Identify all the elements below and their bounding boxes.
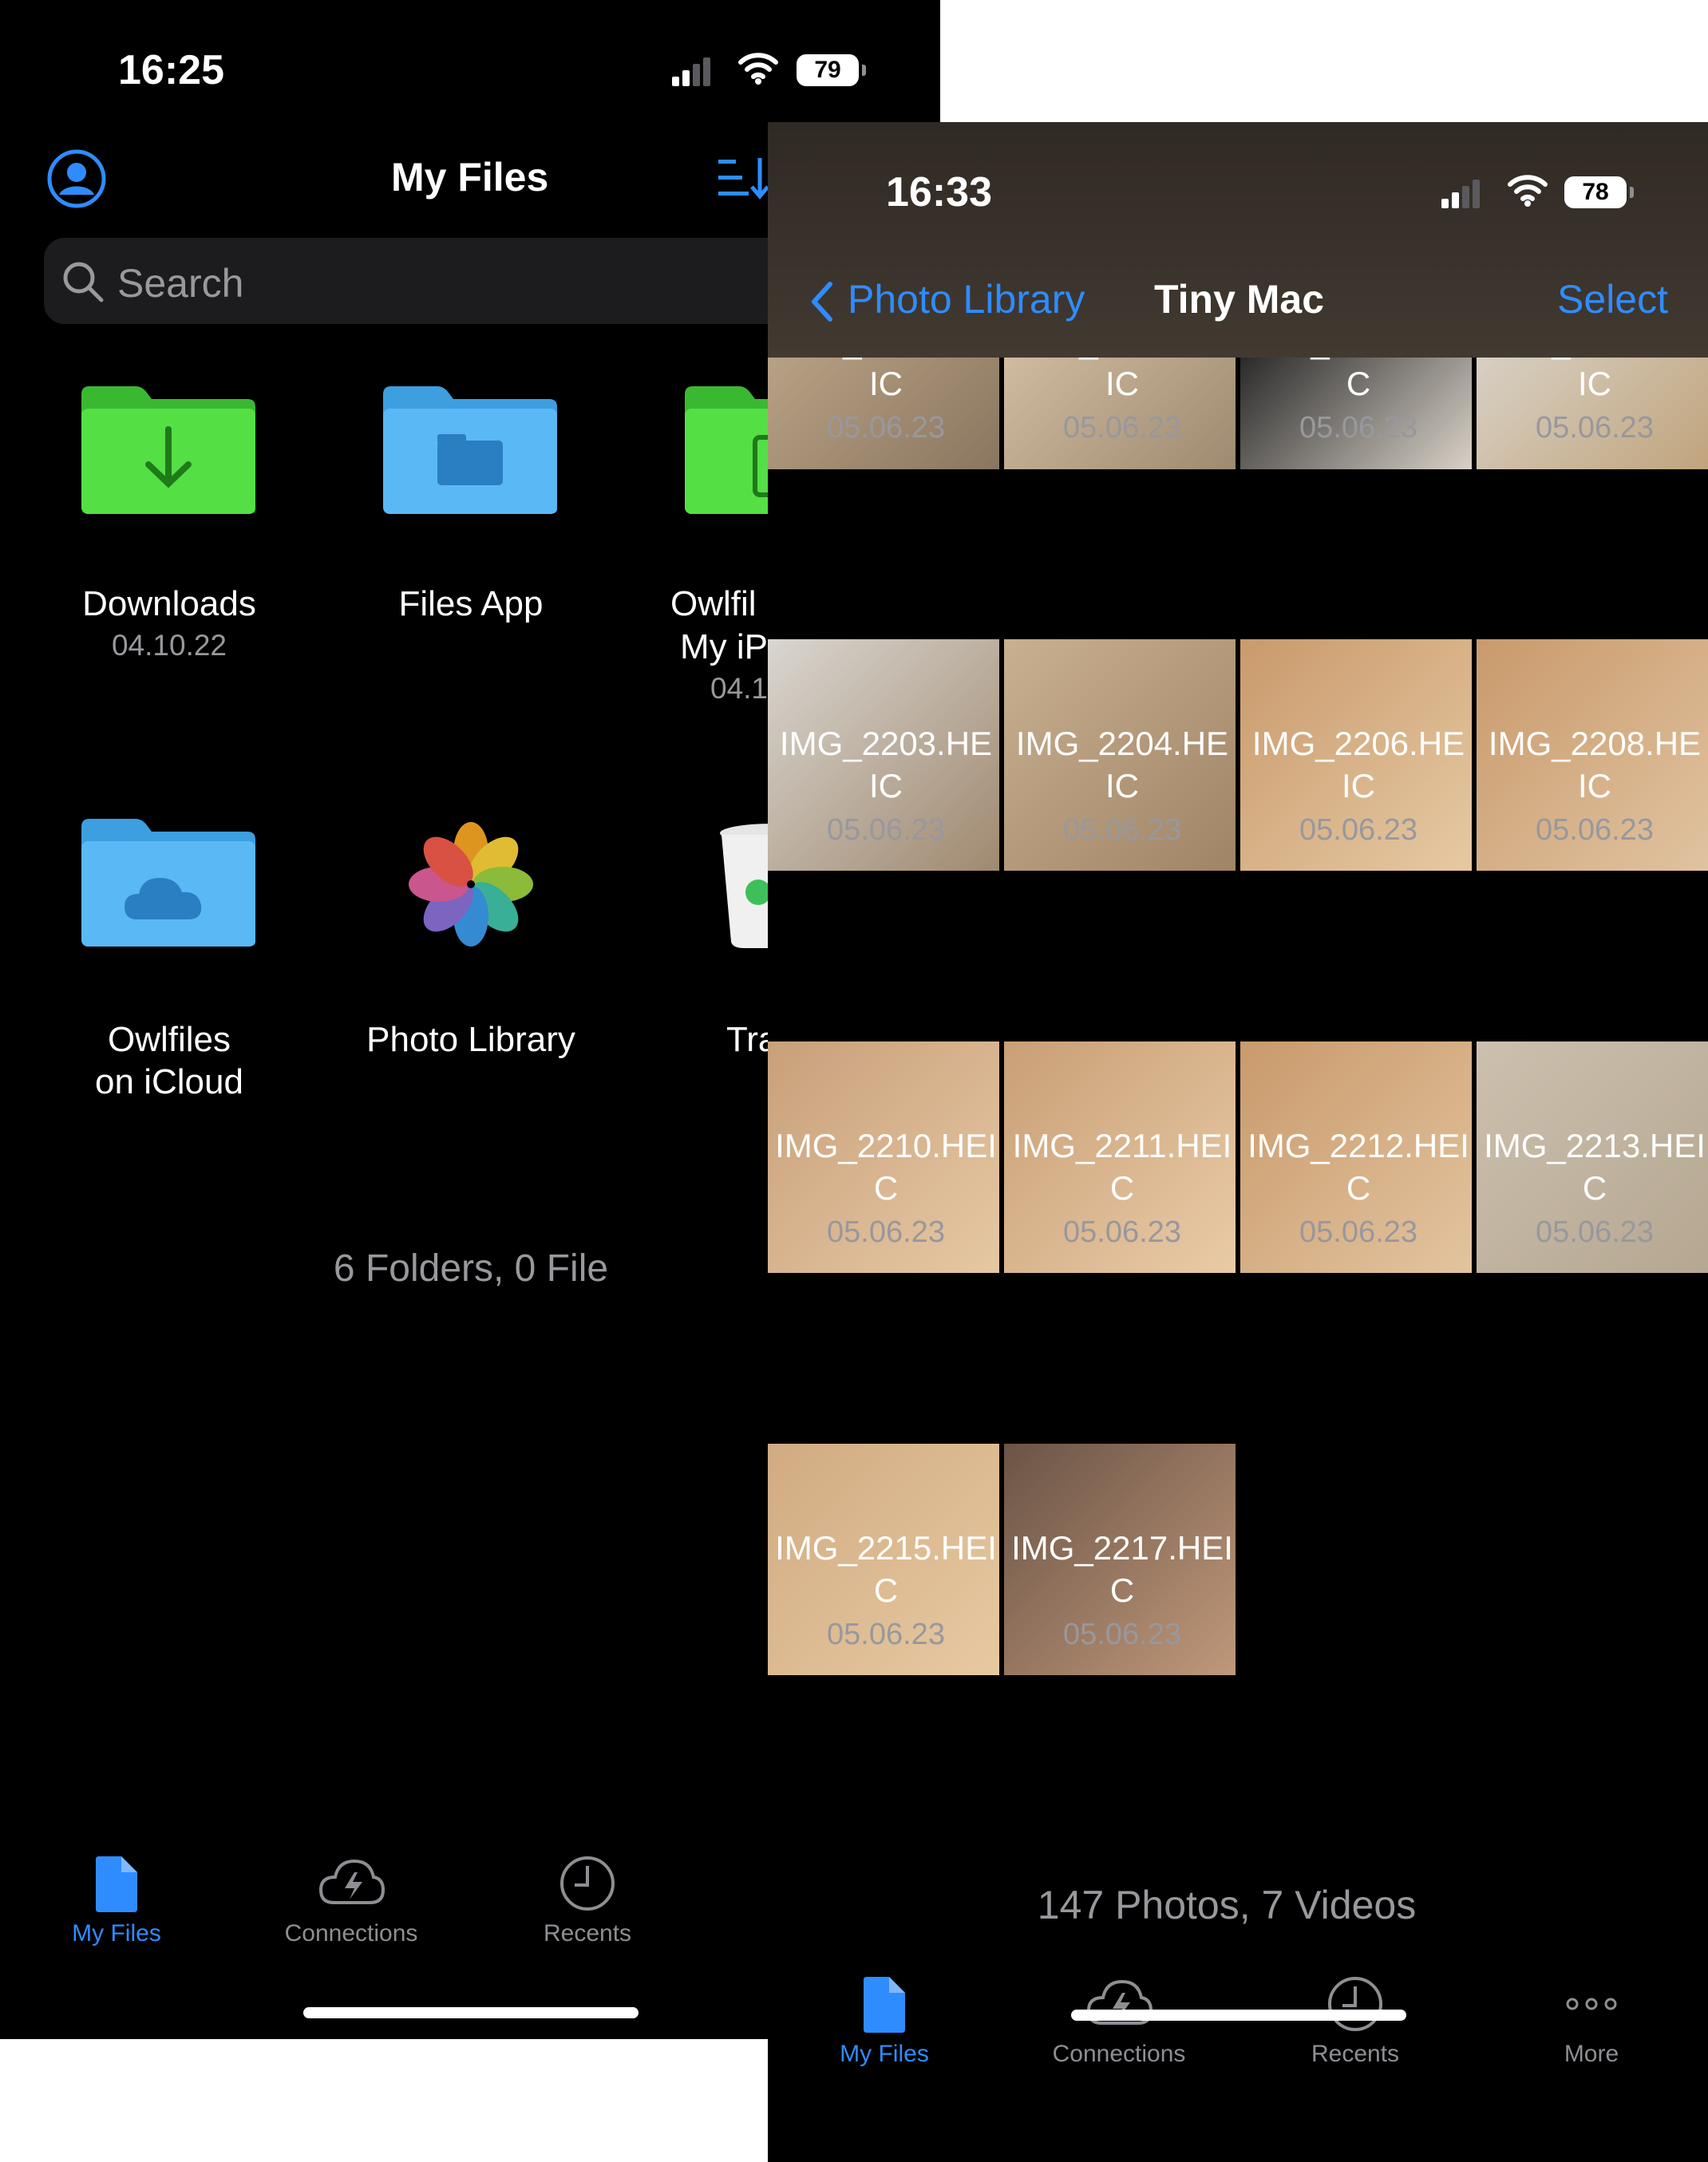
photo-filename-line2: C <box>1346 365 1371 402</box>
nav-header: 16:33 78 Photo Library Tiny Mac Select <box>768 122 1708 358</box>
search-icon <box>63 262 104 302</box>
photo-filename-line2: C <box>1346 1169 1371 1207</box>
clock-icon <box>560 1856 615 1911</box>
items-summary: 6 Folders, 0 File <box>333 1247 609 1290</box>
photo-filename-line2: IC <box>1342 767 1375 804</box>
chevron-left-icon <box>812 282 832 322</box>
photo-filename: IMG_2212.HEI <box>1247 1127 1469 1164</box>
download-folder-icon <box>81 386 255 514</box>
tab-connections[interactable]: Connections <box>1023 1974 1215 2068</box>
file-icon <box>96 1856 137 1912</box>
photo-folder-screen: IMG_2199.HEIC05.06.23IMG_2200.HEIC05.06.… <box>768 122 1708 2162</box>
folder-name: Downloads <box>82 584 256 623</box>
folder-date: 04.10.22 <box>111 629 227 662</box>
photo-date: 05.06.23 <box>827 411 945 445</box>
photo-filename-line2: C <box>1109 1571 1135 1609</box>
tab-more[interactable]: More <box>1496 1974 1687 2068</box>
cloud-bolt-icon <box>1086 1979 1153 2025</box>
folder-name: Owlfil <box>670 584 757 623</box>
back-label: Photo Library <box>848 277 1085 322</box>
photo-filename: IMG_2215.HEI <box>775 1529 997 1567</box>
photo-date: 05.06.23 <box>1536 411 1654 445</box>
page-title: Tiny Mac <box>1154 277 1325 322</box>
more-dots-icon <box>1566 1998 1617 2010</box>
photo-date: 05.06.23 <box>1063 1618 1181 1651</box>
status-time: 16:25 <box>118 47 224 93</box>
cloud-bolt-icon <box>318 1859 385 1904</box>
battery-indicator: 78 <box>1564 176 1634 208</box>
photo-filename-line2: IC <box>1578 365 1611 402</box>
photo-filename-line2: IC <box>869 767 903 804</box>
wifi-icon <box>738 53 778 85</box>
select-button[interactable]: Select <box>1557 276 1668 322</box>
photo-filename: IMG_2204.HE <box>1015 725 1229 762</box>
file-icon <box>864 1977 905 2033</box>
photo-filename: IMG_2210.HEI <box>775 1127 997 1164</box>
tab-connections[interactable]: Connections <box>255 1853 447 1947</box>
photo-filename-line2: IC <box>1578 767 1611 804</box>
home-indicator[interactable] <box>1071 2010 1406 2021</box>
tab-recents[interactable]: Recents <box>1259 1974 1451 2068</box>
folder-name: Files App <box>398 584 544 623</box>
tab-label: My Files <box>72 1920 161 1947</box>
tab-label: Recents <box>543 1920 632 1947</box>
tab-my-files[interactable]: My Files <box>21 1853 212 1947</box>
cellular-signal-icon <box>672 54 720 86</box>
tab-label: My Files <box>840 2041 929 2067</box>
clock-icon <box>1328 1977 1382 2031</box>
photo-filename-line2: C <box>1582 1169 1607 1207</box>
photo-date: 05.06.23 <box>1063 1215 1181 1249</box>
tab-label: Recents <box>1311 2041 1400 2067</box>
photo-filename: IMG_2213.HEI <box>1484 1127 1706 1164</box>
photo-date: 05.06.23 <box>1299 1215 1417 1249</box>
photo-filename-line2: IC <box>1105 767 1139 804</box>
photo-filename: IMG_2206.HE <box>1251 725 1465 762</box>
tab-recents[interactable]: Recents <box>492 1853 683 1947</box>
home-indicator[interactable] <box>303 2007 639 2018</box>
search-placeholder: Search <box>117 261 244 306</box>
photo-date: 05.06.23 <box>1536 813 1654 847</box>
items-summary: 147 Photos, 7 Videos <box>1037 1883 1417 1927</box>
icloud-folder-icon <box>81 819 255 947</box>
tab-label: Connections <box>1052 2041 1186 2067</box>
account-icon[interactable] <box>46 148 107 209</box>
tab-label: Connections <box>284 1920 418 1947</box>
cellular-signal-icon <box>1441 176 1489 208</box>
photo-filename-line2: IC <box>869 365 903 402</box>
wifi-icon <box>1508 175 1548 207</box>
status-time: 16:33 <box>886 169 992 215</box>
photo-filename-line2: C <box>873 1571 899 1609</box>
photo-filename: IMG_2217.HEI <box>1011 1529 1233 1567</box>
photo-date: 05.06.23 <box>827 1618 945 1651</box>
tab-my-files[interactable]: My Files <box>789 1974 980 2068</box>
back-button[interactable]: Photo Library <box>808 276 1085 322</box>
photo-filename-line2: C <box>1109 1169 1135 1207</box>
battery-indicator: 79 <box>797 54 866 86</box>
folder-icon <box>383 386 557 514</box>
folder-name-line2: My iP <box>680 627 768 666</box>
folder-name-line2: on iCloud <box>95 1062 243 1101</box>
folder-name: Owlfiles <box>107 1020 231 1059</box>
photo-date: 05.06.23 <box>827 1215 945 1249</box>
photo-date: 05.06.23 <box>1536 1215 1654 1249</box>
sort-icon[interactable] <box>715 155 771 203</box>
page-title: My Files <box>391 155 549 200</box>
photo-filename: IMG_2203.HE <box>779 725 993 762</box>
photos-icon <box>409 822 533 947</box>
folder-date: 04.1 <box>710 672 769 705</box>
photo-filename-line2: IC <box>1105 365 1139 402</box>
folder-name: Photo Library <box>366 1020 575 1059</box>
photo-filename-line2: C <box>873 1169 899 1207</box>
photo-date: 05.06.23 <box>1063 813 1181 847</box>
photo-date: 05.06.23 <box>827 813 945 847</box>
photo-filename: IMG_2211.HEI <box>1012 1127 1232 1164</box>
photo-filename: IMG_2208.HE <box>1488 725 1702 762</box>
tab-label: More <box>1564 2041 1619 2067</box>
photo-date: 05.06.23 <box>1063 411 1181 445</box>
photo-date: 05.06.23 <box>1299 813 1417 847</box>
photo-date: 05.06.23 <box>1299 411 1417 445</box>
